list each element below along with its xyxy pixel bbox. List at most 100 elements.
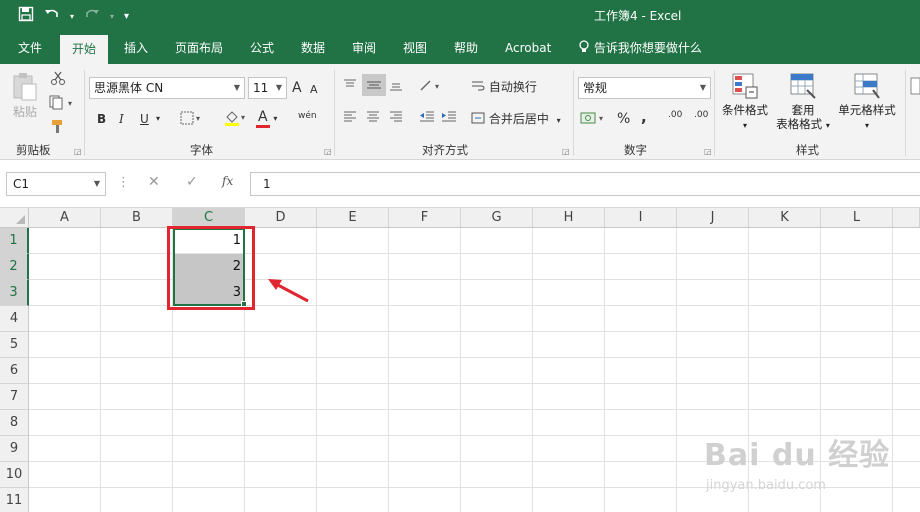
chevron-down-icon[interactable]: ▾ <box>156 110 160 128</box>
row-header-10[interactable]: 10 <box>0 462 29 488</box>
tab-help[interactable]: 帮助 <box>454 32 478 64</box>
align-bottom-icon[interactable] <box>388 78 404 97</box>
row-header-1[interactable]: 1 <box>0 228 29 254</box>
customize-qat-icon[interactable]: ▾ <box>124 7 129 27</box>
row-header-4[interactable]: 4 <box>0 306 29 332</box>
bold-button[interactable]: B <box>97 110 106 128</box>
chevron-down-icon[interactable]: ▾ <box>70 7 74 27</box>
borders-icon[interactable]: ▾ <box>180 110 204 131</box>
row-header-6[interactable]: 6 <box>0 358 29 384</box>
column-header-d[interactable]: D <box>245 208 317 228</box>
tab-insert[interactable]: 插入 <box>124 32 148 64</box>
insert-cells-icon[interactable] <box>910 76 920 103</box>
row-header-8[interactable]: 8 <box>0 410 29 436</box>
column-header-a[interactable]: A <box>29 208 101 228</box>
svg-text:▾: ▾ <box>435 82 439 91</box>
row-header-5[interactable]: 5 <box>0 332 29 358</box>
name-box-value: C1 <box>13 177 30 191</box>
format-painter-icon[interactable] <box>50 118 66 139</box>
name-box[interactable]: C1 ▼ <box>6 172 106 196</box>
fill-color-icon[interactable]: ▾ <box>224 109 248 132</box>
number-format-select[interactable]: 常规 ▼ <box>578 77 711 99</box>
font-family-select[interactable]: 思源黑体 CN ▼ <box>89 77 245 99</box>
tab-page-layout[interactable]: 页面布局 <box>175 32 223 64</box>
highlight-box <box>167 226 255 310</box>
cell-styles-button[interactable]: 单元格样式 ▾ <box>834 72 900 133</box>
baidu-watermark-url: jingyan.baidu.com <box>706 478 826 493</box>
merge-center-button[interactable]: 合并后居中 ▾ <box>471 110 561 130</box>
align-left-icon[interactable] <box>342 110 358 129</box>
italic-button[interactable]: I <box>119 110 124 128</box>
tab-review[interactable]: 审阅 <box>352 32 376 64</box>
save-icon[interactable] <box>18 6 34 27</box>
column-header-k[interactable]: K <box>749 208 821 228</box>
column-header-e[interactable]: E <box>317 208 389 228</box>
align-middle-icon[interactable] <box>362 74 386 96</box>
row-header-2[interactable]: 2 <box>0 254 29 280</box>
row-header-9[interactable]: 9 <box>0 436 29 462</box>
wrap-text-button[interactable]: 自动换行 <box>471 78 537 96</box>
more-options-icon[interactable]: ⋮ <box>117 175 130 190</box>
increase-indent-icon[interactable] <box>440 110 458 129</box>
underline-button[interactable]: U <box>140 110 149 128</box>
decrease-decimal-button[interactable]: .00 <box>694 110 708 120</box>
merge-icon <box>471 112 489 126</box>
comma-style-button[interactable]: , <box>641 108 647 126</box>
row-header-3[interactable]: 3 <box>0 280 29 306</box>
decrease-decimal-label: .00 <box>694 110 709 120</box>
column-header-i[interactable]: I <box>605 208 677 228</box>
dialog-launcher-icon[interactable]: ◲ <box>324 147 332 156</box>
orientation-icon[interactable]: ▾ <box>418 77 444 98</box>
tab-view[interactable]: 视图 <box>403 32 427 64</box>
percent-style-button[interactable]: % <box>617 110 630 128</box>
align-right-icon[interactable] <box>388 110 404 129</box>
font-size-select[interactable]: 11 ▼ <box>248 77 287 99</box>
column-header-f[interactable]: F <box>389 208 461 228</box>
paste-button[interactable]: 粘贴 <box>8 72 42 121</box>
wrap-text-label: 自动换行 <box>488 80 537 94</box>
ribbon: 粘贴 ▾ 剪贴板 ◲ 思源黑体 CN ▼ 11 ▼ A A B I U ▾ ▾ … <box>0 64 920 160</box>
increase-decimal-button[interactable]: .00 <box>668 110 682 120</box>
tell-me-search[interactable]: 告诉我你想要做什么 <box>578 32 702 64</box>
format-as-table-button[interactable]: 套用 表格格式 ▾ <box>772 72 834 133</box>
formula-input[interactable]: 1 <box>250 172 920 196</box>
cell-styles-icon <box>853 72 881 100</box>
dialog-launcher-icon[interactable]: ◲ <box>704 147 712 156</box>
dialog-launcher-icon[interactable]: ◲ <box>562 147 570 156</box>
shrink-font-button[interactable]: A <box>310 81 318 99</box>
undo-icon[interactable] <box>44 6 60 27</box>
phonetic-guide-button[interactable]: wén <box>298 107 317 125</box>
conditional-formatting-button[interactable]: 条件格式 ▾ <box>718 72 772 133</box>
insert-function-button[interactable]: fx <box>222 174 233 188</box>
align-center-icon[interactable] <box>365 110 381 129</box>
accounting-format-icon[interactable]: ▾ <box>580 110 608 131</box>
dialog-launcher-icon[interactable]: ◲ <box>74 147 82 156</box>
grow-font-button[interactable]: A <box>292 79 302 97</box>
row-header-11[interactable]: 11 <box>0 488 29 512</box>
tab-acrobat[interactable]: Acrobat <box>505 32 551 64</box>
select-all-button[interactable] <box>0 208 29 228</box>
tab-home[interactable]: 开始 <box>60 35 109 64</box>
font-color-button[interactable]: A ▾ <box>256 108 277 128</box>
column-header-l[interactable]: L <box>821 208 893 228</box>
cancel-icon[interactable]: ✕ <box>148 174 160 190</box>
column-header-g[interactable]: G <box>461 208 533 228</box>
enter-check-icon[interactable]: ✓ <box>186 174 198 190</box>
wrap-text-icon <box>471 80 489 94</box>
column-header-j[interactable]: J <box>677 208 749 228</box>
align-top-icon[interactable] <box>342 78 358 97</box>
conditional-formatting-label: 条件格式 <box>722 103 768 117</box>
copy-icon[interactable]: ▾ <box>48 94 76 115</box>
row-header-7[interactable]: 7 <box>0 384 29 410</box>
column-header-h[interactable]: H <box>533 208 605 228</box>
ribbon-tabs: 文件 开始 插入 页面布局 公式 数据 审阅 视图 帮助 Acrobat 告诉我… <box>0 32 920 64</box>
chevron-down-icon: ▾ <box>742 121 747 130</box>
column-header-b[interactable]: B <box>101 208 173 228</box>
tab-data[interactable]: 数据 <box>301 32 325 64</box>
tab-formulas[interactable]: 公式 <box>250 32 274 64</box>
cut-icon[interactable] <box>50 70 66 91</box>
column-header-c[interactable]: C <box>173 208 245 228</box>
tab-file[interactable]: 文件 <box>18 32 42 64</box>
column-header-m[interactable] <box>893 208 920 228</box>
decrease-indent-icon[interactable] <box>418 110 436 129</box>
